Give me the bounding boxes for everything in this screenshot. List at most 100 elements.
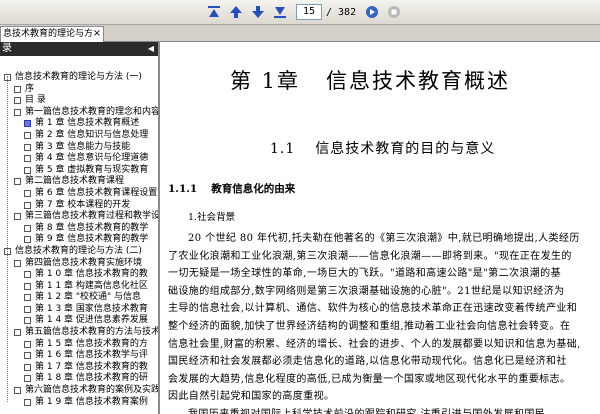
bookmark-page-icon[interactable] xyxy=(24,143,31,151)
bookmark-item[interactable]: 第 1 4 章 促进信息素养发展 xyxy=(0,315,158,327)
bookmark-page-icon[interactable] xyxy=(24,131,31,139)
bookmark-item[interactable]: 目 录 xyxy=(0,95,158,107)
sidebar-header: 录 ◀ xyxy=(0,42,158,56)
bookmark-item[interactable]: 第 5 章 虚拟教育与现实教育 xyxy=(0,165,158,177)
bookmark-item[interactable]: 第 1 7 章 信息技术教育的教 xyxy=(0,362,158,374)
bookmark-label: 第 3 章 信息能力与技能 xyxy=(35,141,131,152)
paragraph-line: 信息社会里,财富的积累、经济的增长、社会的进步、个人的发展都要以知识和信息为基础… xyxy=(168,338,581,350)
bookmark-page-icon[interactable] xyxy=(24,166,31,174)
bookmark-item[interactable]: 第 7 章 校本课程的开发 xyxy=(0,200,158,212)
bookmark-item[interactable]: 第 1 3 章 国家信息技术教育 xyxy=(0,304,158,316)
body-paragraph: 20 个世纪 80 年代初,托夫勒在他著名的《第三次浪潮》中,就已明确地提出,人… xyxy=(168,230,598,414)
bookmark-item[interactable]: 第 6 章 信息技术教育课程设置 xyxy=(0,188,158,200)
bookmark-item[interactable]: 第一篇信息技术教育的理念和内容 xyxy=(0,107,158,119)
expand-toggle-icon[interactable] xyxy=(14,259,21,267)
bookmark-item[interactable]: 第 8 章 信息技术教育的教学 xyxy=(0,223,158,235)
bookmark-item[interactable]: 第四篇信息技术教育实施环境 xyxy=(0,258,158,270)
close-icon[interactable]: × xyxy=(92,27,102,41)
bookmark-label: 第 1 5 章 信息技术教育的方 xyxy=(35,338,148,349)
subsection-heading: 1.1.1 教育信息化的由来 xyxy=(168,181,295,196)
bookmark-page-icon[interactable] xyxy=(24,398,31,406)
bookmark-page-icon[interactable] xyxy=(24,340,31,348)
bookmark-item[interactable]: 第 3 章 信息能力与技能 xyxy=(0,142,158,154)
paragraph-line: 会发展的大趋势,信息化程度的高低,已成为衡量一个国家或地区现代化水平的重要标志。 xyxy=(168,373,571,385)
bookmark-item[interactable]: 第二篇信息技术教育课程 xyxy=(0,176,158,188)
bookmark-item[interactable]: 第 1 8 章 信息技术教育的研 xyxy=(0,373,158,385)
page-total: / 382 xyxy=(326,6,357,18)
expand-toggle-icon[interactable] xyxy=(14,213,21,221)
go-icon[interactable] xyxy=(364,4,380,20)
bookmark-item[interactable]: 第 2 章 信息知识与信息处理 xyxy=(0,130,158,142)
expand-toggle-icon[interactable] xyxy=(14,178,21,186)
last-page-icon[interactable] xyxy=(272,4,288,20)
collapse-sidebar-icon[interactable]: ◀ xyxy=(148,42,154,56)
bookmark-page-icon[interactable] xyxy=(24,271,31,279)
expand-toggle-icon[interactable] xyxy=(14,387,21,395)
paragraph-line: 主导的信息社会,以计算机、通信、软件为核心的信息技术革命正在迅速改变着传统产业和 xyxy=(168,303,578,315)
bookmark-item[interactable]: 第 1 0 章 信息技术教育的教 xyxy=(0,269,158,281)
next-page-icon[interactable] xyxy=(250,4,266,20)
bookmark-page-icon[interactable] xyxy=(24,305,31,313)
first-page-icon[interactable] xyxy=(206,4,222,20)
bookmark-item[interactable]: 第 9 章 信息技术教育的教学 xyxy=(0,234,158,246)
bookmark-page-icon[interactable] xyxy=(24,363,31,371)
page-navigation: 15 / 382 xyxy=(206,3,408,21)
bookmark-item[interactable]: 第 1 5 章 信息技术教育的方 xyxy=(0,339,158,351)
section-number: 1.1 xyxy=(270,141,296,157)
bookmark-label: 第六篇信息技术教育的案例及实践 xyxy=(25,385,160,396)
bookmark-item[interactable]: 第 1 6 章 信息技术教学与评 xyxy=(0,350,158,362)
bookmark-label: 第四篇信息技术教育实施环境 xyxy=(25,257,143,268)
bookmark-item[interactable]: 序 xyxy=(0,84,158,96)
document-tab[interactable]: 息技术教育的理论与方... × xyxy=(0,26,104,42)
expand-toggle-icon[interactable] xyxy=(14,85,21,93)
expand-toggle-icon[interactable] xyxy=(14,97,21,105)
section-heading: 1.1 信息技术教育的目的与意义 xyxy=(270,138,495,158)
expand-toggle-icon[interactable] xyxy=(14,329,21,337)
bookmark-label: 第 1 3 章 国家信息技术教育 xyxy=(35,303,148,314)
bookmark-item[interactable]: 第 1 章 信息技术教育概述 xyxy=(0,118,158,130)
prev-page-icon[interactable] xyxy=(228,4,244,20)
section-title: 信息技术教育的目的与意义 xyxy=(315,141,496,157)
bookmark-item[interactable]: 第 1 9 章 信息技术教育案例 xyxy=(0,397,158,409)
bookmark-item[interactable]: 第 4 章 信息意识与伦理道德 xyxy=(0,153,158,165)
bookmark-item[interactable]: 信息技术教育的理论与方法 (二) xyxy=(0,246,158,258)
bookmark-page-icon[interactable] xyxy=(24,224,31,232)
chapter-number: 第 1章 xyxy=(230,69,301,93)
bookmark-label: 第 7 章 校本课程的开发 xyxy=(35,199,131,210)
document-page: 第 1章 信息技术教育概述 1.1 信息技术教育的目的与意义 1.1.1 教育信息化的… xyxy=(160,42,600,414)
tree-guide-line xyxy=(7,76,8,403)
bookmark-page-icon[interactable] xyxy=(24,189,31,197)
bookmark-page-icon[interactable] xyxy=(24,294,31,302)
bookmark-item[interactable]: 信息技术教育的理论与方法 (一) xyxy=(0,72,158,84)
bookmark-item[interactable]: 第 1 2 章 "校校通" 与信息 xyxy=(0,292,158,304)
paragraph-line: 一切无疑是一场全球性的革命,一场巨大的飞跃。"道路和高速公路"是"第二次浪潮的基 xyxy=(168,268,561,280)
bookmark-label: 信息技术教育的理论与方法 (二) xyxy=(15,245,142,256)
expand-toggle-icon[interactable] xyxy=(14,108,21,116)
bookmark-tree: 信息技术教育的理论与方法 (一) 序目 录第一篇信息技术教育的理念和内容第 1 章… xyxy=(0,56,158,408)
bookmark-page-icon[interactable] xyxy=(24,236,31,244)
bookmark-label: 第 1 2 章 "校校通" 与信息 xyxy=(35,292,142,303)
bookmark-label: 第一篇信息技术教育的理念和内容 xyxy=(25,106,160,117)
bookmark-item[interactable]: 第 1 1 章 构建高信息化社区 xyxy=(0,281,158,293)
bookmark-label: 第 1 1 章 构建高信息化社区 xyxy=(35,280,148,291)
subsection-title: 教育信息化的由来 xyxy=(211,183,296,195)
bookmark-page-icon[interactable] xyxy=(24,155,31,163)
bookmark-label: 第 6 章 信息技术教育课程设置 xyxy=(35,187,158,198)
bookmark-label: 第 1 0 章 信息技术教育的教 xyxy=(35,269,148,280)
bookmark-page-icon[interactable] xyxy=(24,282,31,290)
bookmark-label: 第 1 6 章 信息技术教学与评 xyxy=(35,350,148,361)
bookmark-page-icon[interactable] xyxy=(24,352,31,360)
bookmark-page-icon[interactable] xyxy=(24,317,31,325)
stop-icon[interactable] xyxy=(386,4,402,20)
bookmark-item[interactable]: 第六篇信息技术教育的案例及实践 xyxy=(0,385,158,397)
bookmark-label: 第 4 章 信息意识与伦理道德 xyxy=(35,153,149,164)
paragraph-line: 国民经济和社会发展都必须走信息化的道路,以信息化带动现代化。信息化已是经济和社 xyxy=(168,356,567,368)
bookmark-page-icon[interactable] xyxy=(24,375,31,383)
chapter-title: 信息技术教育概述 xyxy=(326,69,511,93)
bookmark-page-icon[interactable] xyxy=(24,120,31,128)
subsection-number: 1.1.1 xyxy=(168,183,198,195)
bookmark-item[interactable]: 第五篇信息技术教育的方法与技术 xyxy=(0,327,158,339)
bookmark-item[interactable]: 第三篇信息技术教育过程和教学设计 xyxy=(0,211,158,223)
page-number-input[interactable]: 15 xyxy=(296,4,322,20)
bookmark-page-icon[interactable] xyxy=(24,201,31,209)
